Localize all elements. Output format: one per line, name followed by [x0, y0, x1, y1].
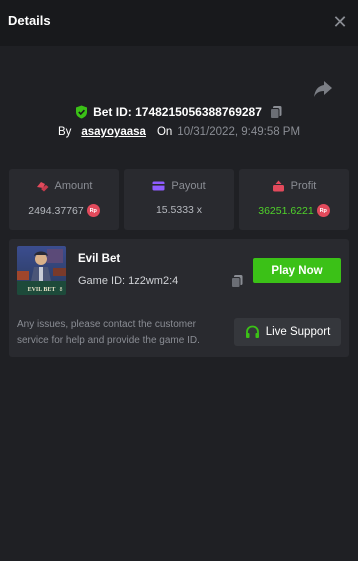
stat-value: 2494.37767 [28, 204, 84, 217]
stat-payout: Payout 15.5333 x [124, 169, 234, 230]
share-icon[interactable] [312, 79, 334, 99]
bet-datetime: 10/31/2022, 9:49:58 PM [177, 126, 301, 138]
stat-value: 15.5333 x [155, 204, 203, 216]
stat-label: Profit [290, 180, 317, 192]
copy-icon[interactable] [230, 274, 244, 288]
stat-profit: Profit 36251.6221 Rp [239, 169, 349, 230]
currency-badge: Rp [86, 204, 100, 217]
shield-check-icon [76, 105, 88, 119]
header-bar: Details ✕ [0, 0, 358, 46]
currency-badge: Rp [316, 204, 330, 217]
bet-id: Bet ID: 1748215056388769287 [93, 105, 262, 119]
game-name: Evil Bet [78, 253, 121, 265]
user-link[interactable]: asayoyaasa [81, 126, 146, 138]
headset-icon [245, 325, 259, 338]
copy-icon[interactable] [269, 105, 283, 119]
by-label: By [57, 126, 72, 138]
game-card: EVIL BET 8 Evil Bet Game ID: 1z2wm2:4 Pl… [9, 239, 349, 357]
on-label: On [156, 126, 173, 138]
bet-id-line: Bet ID: 1748215056388769287 [0, 103, 358, 121]
close-icon[interactable]: ✕ [330, 12, 350, 32]
stat-label: Payout [171, 180, 206, 192]
live-support-label: Live Support [265, 326, 331, 338]
card-icon [152, 181, 165, 191]
play-now-button[interactable]: Play Now [253, 258, 341, 283]
stat-value: 36251.6221 [258, 204, 314, 217]
game-id: Game ID: 1z2wm2:4 [78, 275, 179, 287]
thumb-badge: 8 [60, 287, 63, 293]
stat-amount: Amount 2494.37767 Rp [9, 169, 119, 230]
stat-label: Amount [54, 180, 93, 192]
thumb-logo-text: EVIL BET [28, 287, 56, 293]
coins-icon [36, 181, 49, 191]
bet-meta: By asayoyaasa On 10/31/2022, 9:49:58 PM [0, 124, 358, 140]
live-support-button[interactable]: Live Support [234, 318, 341, 346]
page-title: Details [8, 13, 51, 28]
game-thumbnail[interactable]: EVIL BET 8 [17, 246, 66, 295]
support-message: Any issues, please contact the customer … [17, 319, 200, 346]
profit-icon [272, 180, 284, 192]
